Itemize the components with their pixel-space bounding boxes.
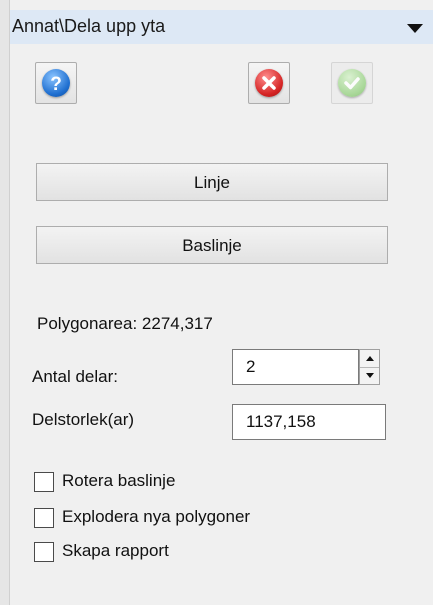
dropdown-arrow-icon[interactable] xyxy=(407,24,423,33)
spin-up-button[interactable] xyxy=(360,350,379,368)
part-size-label: Delstorlek(ar) xyxy=(32,410,135,429)
panel-header[interactable]: Annat\Dela upp yta xyxy=(10,10,433,44)
cancel-icon xyxy=(255,69,283,97)
svg-text:?: ? xyxy=(50,74,62,95)
checkbox-label: Rotera baslinje xyxy=(62,471,176,490)
checkbox[interactable] xyxy=(34,508,54,528)
arrow-up-icon xyxy=(365,356,374,361)
line-button[interactable]: Linje xyxy=(36,163,388,201)
part-size-input[interactable]: 1137,158 xyxy=(232,404,386,440)
parts-input[interactable]: 2 xyxy=(232,349,359,385)
baseline-button[interactable]: Baslinje xyxy=(36,226,388,264)
spin-down-button[interactable] xyxy=(360,367,379,384)
panel-title: Annat\Dela upp yta xyxy=(12,16,166,36)
help-icon: ? xyxy=(42,69,70,97)
divide-area-panel: Annat\Dela upp yta ? Linje Baslinje Poly… xyxy=(10,0,433,605)
ok-button[interactable] xyxy=(331,62,373,104)
checkbox-label: Explodera nya polygoner xyxy=(62,507,251,526)
checkbox-label: Skapa rapport xyxy=(62,541,169,560)
parts-spinner[interactable] xyxy=(359,349,380,385)
parts-label: Antal delar: xyxy=(32,367,118,386)
checkbox[interactable] xyxy=(34,542,54,562)
cancel-button[interactable] xyxy=(248,62,290,104)
arrow-down-icon xyxy=(365,373,374,378)
ok-icon xyxy=(338,69,366,97)
window-left-edge xyxy=(0,0,10,605)
polygon-area-text: Polygonarea: 2274,317 xyxy=(37,314,213,333)
checkbox[interactable] xyxy=(34,472,54,492)
help-button[interactable]: ? xyxy=(35,62,77,104)
